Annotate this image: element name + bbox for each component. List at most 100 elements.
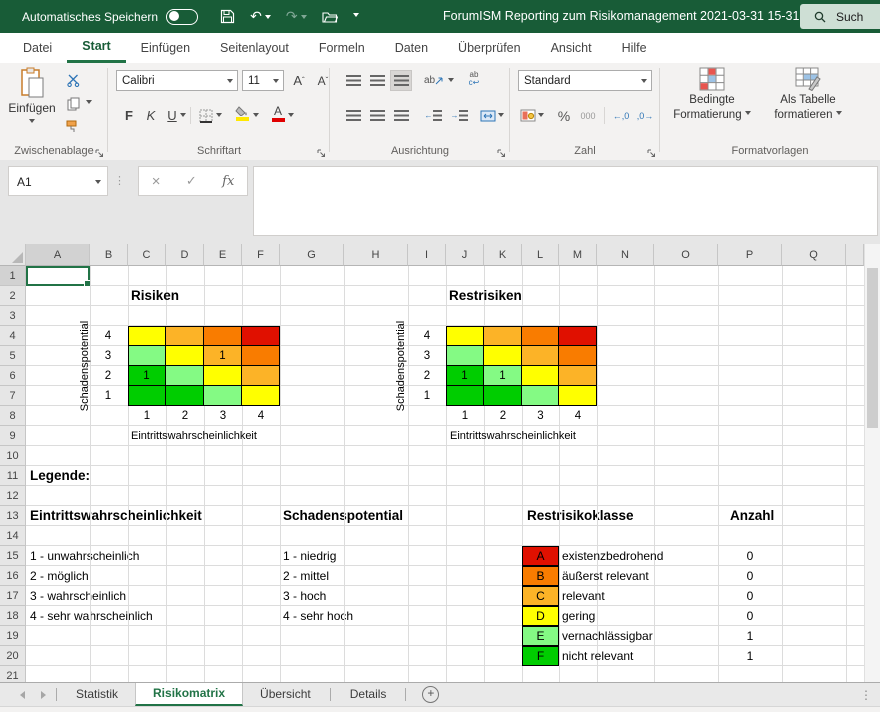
conditional-formatting-button[interactable]: Bedingte Formatierung — [666, 67, 758, 123]
decrease-decimal-icon[interactable]: ,0→ — [634, 105, 656, 126]
number-format-dropdown-icon[interactable] — [641, 79, 647, 86]
ribbon-tab-einfügen[interactable]: Einfügen — [126, 33, 205, 63]
italic-button[interactable]: K — [142, 105, 160, 126]
align-bottom-icon[interactable] — [390, 70, 412, 91]
next-sheet-icon[interactable] — [41, 691, 46, 699]
row-header-1[interactable]: 1 — [0, 266, 26, 286]
matrix-cell[interactable] — [128, 326, 166, 346]
align-middle-icon[interactable] — [366, 70, 388, 91]
row-header-7[interactable]: 7 — [0, 386, 26, 406]
column-header-n[interactable]: N — [597, 244, 654, 266]
matrix-cell[interactable] — [484, 346, 522, 366]
row-header-4[interactable]: 4 — [0, 326, 26, 346]
matrix-cell[interactable] — [559, 326, 597, 346]
row-header-12[interactable]: 12 — [0, 486, 26, 506]
autosave-toggle[interactable] — [166, 9, 198, 25]
matrix-cell[interactable] — [446, 386, 484, 406]
risk-class-cell-c[interactable]: C — [522, 586, 559, 606]
matrix-cell[interactable] — [559, 386, 597, 406]
fill-color-dropdown-icon[interactable] — [253, 113, 259, 120]
font-name-dropdown-icon[interactable] — [227, 79, 233, 86]
bold-button[interactable]: F — [120, 105, 138, 126]
matrix-cell[interactable] — [128, 346, 166, 366]
column-header-e[interactable]: E — [204, 244, 242, 266]
matrix-cell[interactable] — [484, 386, 522, 406]
ribbon-tab-überprüfen[interactable]: Überprüfen — [443, 33, 536, 63]
row-header-10[interactable]: 10 — [0, 446, 26, 466]
matrix-cell[interactable] — [522, 366, 559, 386]
column-header-c[interactable]: C — [128, 244, 166, 266]
row-header-18[interactable]: 18 — [0, 606, 26, 626]
increase-indent-icon[interactable]: → — [448, 105, 470, 126]
font-dialog-launcher[interactable] — [317, 147, 326, 161]
merge-dropdown-icon[interactable] — [498, 113, 504, 120]
column-header-h[interactable]: H — [344, 244, 408, 266]
enter-icon[interactable]: ✓ — [186, 173, 197, 189]
matrix-cell[interactable] — [484, 326, 522, 346]
matrix-cell[interactable] — [204, 386, 242, 406]
underline-button[interactable]: U — [164, 105, 180, 126]
font-size-combo[interactable]: 11 — [242, 70, 284, 91]
new-sheet-icon[interactable]: + — [422, 686, 439, 703]
matrix-cell[interactable] — [559, 346, 597, 366]
cells-area[interactable]: Legende: Eintrittswahrscheinlichkeit Sch… — [26, 266, 864, 682]
ribbon-tab-daten[interactable]: Daten — [380, 33, 443, 63]
matrix-cell[interactable] — [242, 366, 280, 386]
row-header-8[interactable]: 8 — [0, 406, 26, 426]
paste-dropdown-icon[interactable] — [29, 119, 35, 126]
decrease-indent-icon[interactable]: ← — [422, 105, 444, 126]
matrix-cell[interactable] — [446, 346, 484, 366]
ribbon-tab-hilfe[interactable]: Hilfe — [607, 33, 662, 63]
accounting-format-icon[interactable] — [518, 105, 538, 126]
column-header-o[interactable]: O — [654, 244, 718, 266]
ribbon-tab-ansicht[interactable]: Ansicht — [536, 33, 607, 63]
prev-sheet-icon[interactable] — [20, 691, 25, 699]
column-header-j[interactable]: J — [446, 244, 484, 266]
column-header-g[interactable]: G — [280, 244, 344, 266]
row-header-6[interactable]: 6 — [0, 366, 26, 386]
row-header-5[interactable]: 5 — [0, 346, 26, 366]
matrix-cell[interactable] — [166, 366, 204, 386]
column-header-d[interactable]: D — [166, 244, 204, 266]
row-header-13[interactable]: 13 — [0, 506, 26, 526]
accounting-dropdown-icon[interactable] — [538, 113, 544, 120]
insert-function-icon[interactable]: fx — [222, 174, 234, 189]
save-icon[interactable] — [220, 9, 235, 24]
borders-icon[interactable] — [196, 105, 216, 126]
font-name-combo[interactable]: Calibri — [116, 70, 238, 91]
row-header-19[interactable]: 19 — [0, 626, 26, 646]
formula-bar-handle[interactable]: ⋮ — [114, 166, 125, 196]
column-header-m[interactable]: M — [559, 244, 597, 266]
matrix-cell[interactable]: 1 — [446, 366, 484, 386]
column-header-q[interactable]: Q — [782, 244, 846, 266]
row-header-14[interactable]: 14 — [0, 526, 26, 546]
fill-color-icon[interactable] — [232, 103, 252, 124]
align-right-icon[interactable] — [390, 105, 412, 126]
qat-customize-icon[interactable] — [353, 13, 359, 20]
column-header-k[interactable]: K — [484, 244, 522, 266]
row-header-2[interactable]: 2 — [0, 286, 26, 306]
search-box[interactable]: Such — [800, 4, 880, 29]
matrix-cell[interactable] — [522, 386, 559, 406]
clipboard-dialog-launcher[interactable] — [95, 147, 104, 161]
matrix-cell[interactable]: 1 — [128, 366, 166, 386]
matrix-cell[interactable] — [559, 366, 597, 386]
column-header-p[interactable]: P — [718, 244, 782, 266]
matrix-cell[interactable]: 1 — [484, 366, 522, 386]
copy-dropdown-icon[interactable] — [86, 100, 92, 107]
orientation-icon[interactable]: ab — [422, 70, 446, 91]
risk-class-cell-b[interactable]: B — [522, 566, 559, 586]
sheet-tab-details[interactable]: Details — [333, 683, 404, 706]
font-color-dropdown-icon[interactable] — [288, 113, 294, 120]
matrix-cell[interactable] — [242, 346, 280, 366]
column-header-f[interactable]: F — [242, 244, 280, 266]
row-header-21[interactable]: 21 — [0, 666, 26, 682]
orientation-dropdown-icon[interactable] — [448, 78, 454, 85]
matrix-cell[interactable] — [522, 326, 559, 346]
ribbon-tab-datei[interactable]: Datei — [8, 33, 67, 63]
format-painter-icon[interactable] — [62, 116, 84, 137]
underline-dropdown-icon[interactable] — [180, 113, 186, 120]
risk-class-cell-d[interactable]: D — [522, 606, 559, 626]
increase-decimal-icon[interactable]: ←,0 — [610, 105, 632, 126]
risk-class-cell-f[interactable]: F — [522, 646, 559, 666]
